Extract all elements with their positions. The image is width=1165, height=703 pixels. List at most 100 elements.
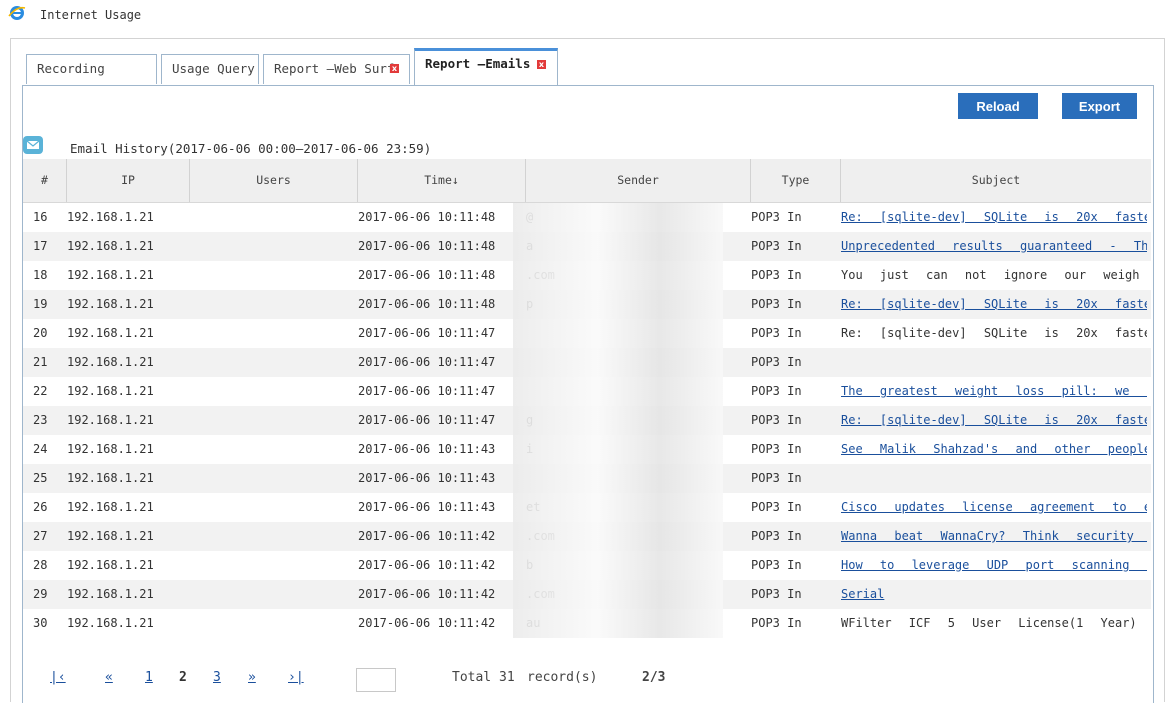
ip-cell: 192.168.1.21: [67, 587, 154, 601]
subject-cell[interactable]: Wanna beat WannaCry? Think security ar…: [841, 522, 1147, 551]
ip-cell: 192.168.1.21: [67, 326, 154, 340]
subject-cell[interactable]: Re: [sqlite-dev] SQLite is 20x faster …: [841, 406, 1147, 435]
ip-cell: 192.168.1.21: [67, 500, 154, 514]
ip-cell: 192.168.1.21: [67, 355, 154, 369]
type-cell: POP3 In: [751, 413, 802, 427]
users-cell: [190, 551, 355, 580]
time-cell: 2017-06-06 10:11:47: [358, 384, 496, 398]
column-header-time[interactable]: Time↓: [358, 159, 526, 202]
subject-cell[interactable]: Re: [sqlite-dev] SQLite is 20x faster …: [841, 203, 1147, 232]
time-cell: 2017-06-06 10:11:42: [358, 558, 496, 572]
row-number: 29: [33, 587, 48, 601]
subject-cell[interactable]: Cisco updates license agreement to eas…: [841, 493, 1147, 522]
column-header-type[interactable]: Type: [751, 159, 841, 202]
time-cell: 2017-06-06 10:11:47: [358, 413, 496, 427]
type-cell: POP3 In: [751, 616, 802, 630]
users-cell: [190, 493, 355, 522]
row-number: 30: [33, 616, 48, 630]
main-panel: Recording Policy Usage Query Report —Web…: [10, 38, 1165, 703]
row-number: 16: [33, 210, 48, 224]
reload-button[interactable]: Reload: [958, 93, 1038, 119]
subject-cell: [841, 464, 1147, 493]
redaction-blur: [513, 203, 723, 638]
page-link-1[interactable]: 1: [145, 670, 153, 685]
column-header-users[interactable]: Users: [190, 159, 358, 202]
app-title: Internet Usage: [40, 8, 142, 22]
ip-cell: 192.168.1.21: [67, 529, 154, 543]
row-number: 23: [33, 413, 48, 427]
tab-label: Report —Web Surf: [274, 61, 395, 76]
users-cell: [190, 464, 355, 493]
close-icon[interactable]: x: [537, 60, 546, 69]
table-header: # IP Users Time↓ Sender Type Subject: [23, 159, 1151, 203]
time-cell: 2017-06-06 10:11:48: [358, 268, 496, 282]
users-cell: [190, 203, 355, 232]
last-page-link[interactable]: ›|: [288, 670, 304, 685]
row-number: 19: [33, 297, 48, 311]
row-number: 20: [33, 326, 48, 340]
ip-cell: 192.168.1.21: [67, 616, 154, 630]
tab-label: Usage Query: [172, 61, 255, 76]
tab-recording-policy[interactable]: Recording Policy: [26, 54, 157, 104]
row-number: 22: [33, 384, 48, 398]
type-cell: POP3 In: [751, 442, 802, 456]
row-number: 25: [33, 471, 48, 485]
total-count: 31: [499, 670, 515, 685]
subject-cell[interactable]: Re: [sqlite-dev] SQLite is 20x faster …: [841, 290, 1147, 319]
subject-cell[interactable]: Unprecedented results guaranteed - The …: [841, 232, 1147, 261]
page-number-input[interactable]: [356, 668, 396, 692]
row-number: 26: [33, 500, 48, 514]
prev-page-link[interactable]: «: [105, 670, 113, 685]
time-cell: 2017-06-06 10:11:43: [358, 500, 496, 514]
subject-cell: WFilter ICF 5 User License(1 Year) Or…: [841, 616, 1147, 630]
ie-browser-icon: [8, 6, 26, 20]
users-cell: [190, 522, 355, 551]
time-cell: 2017-06-06 10:11:47: [358, 355, 496, 369]
time-cell: 2017-06-06 10:11:42: [358, 529, 496, 543]
records-label: record(s): [527, 670, 598, 685]
list-title: Email History(2017-06-06 00:00—2017-06-0…: [70, 141, 432, 156]
type-cell: POP3 In: [751, 471, 802, 485]
page-link-3[interactable]: 3: [213, 670, 221, 685]
page-position: 2/3: [642, 670, 666, 685]
total-label: Total: [452, 670, 492, 685]
pagination: |‹ « 1 2 3 » ›| Total 31 record(s) 2/3: [23, 666, 1151, 696]
row-number: 24: [33, 442, 48, 456]
time-cell: 2017-06-06 10:11:47: [358, 326, 496, 340]
next-page-link[interactable]: »: [248, 670, 256, 685]
type-cell: POP3 In: [751, 297, 802, 311]
type-cell: POP3 In: [751, 500, 802, 514]
column-header-ip[interactable]: IP: [67, 159, 190, 202]
users-cell: [190, 290, 355, 319]
column-header-subject[interactable]: Subject: [841, 159, 1151, 202]
type-cell: POP3 In: [751, 268, 802, 282]
users-cell: [190, 435, 355, 464]
tab-report-web-surf[interactable]: Report —Web Surf x: [263, 54, 410, 84]
users-cell: [190, 609, 355, 638]
type-cell: POP3 In: [751, 239, 802, 253]
ip-cell: 192.168.1.21: [67, 239, 154, 253]
subject-cell: You just can not ignore our weigh: [841, 268, 1140, 282]
tab-report-emails[interactable]: Report —Emails x: [414, 48, 558, 85]
users-cell: [190, 232, 355, 261]
users-cell: [190, 377, 355, 406]
time-cell: 2017-06-06 10:11:42: [358, 587, 496, 601]
tab-usage-query[interactable]: Usage Query: [161, 54, 259, 84]
ip-cell: 192.168.1.21: [67, 268, 154, 282]
column-header-number[interactable]: #: [23, 159, 67, 202]
subject-cell[interactable]: The greatest weight loss pill: we can…: [841, 377, 1147, 406]
subject-cell[interactable]: How to leverage UDP port scanning as …: [841, 551, 1147, 580]
subject-cell[interactable]: See Malik Shahzad's and other people's…: [841, 435, 1147, 464]
row-number: 17: [33, 239, 48, 253]
first-page-link[interactable]: |‹: [50, 670, 66, 685]
subject-cell[interactable]: Serial: [841, 580, 1147, 609]
ip-cell: 192.168.1.21: [67, 210, 154, 224]
column-header-sender[interactable]: Sender: [526, 159, 751, 202]
close-icon[interactable]: x: [390, 64, 399, 73]
export-button[interactable]: Export: [1062, 93, 1137, 119]
ip-cell: 192.168.1.21: [67, 442, 154, 456]
row-number: 28: [33, 558, 48, 572]
row-number: 21: [33, 355, 48, 369]
subject-cell: [841, 348, 1147, 377]
ip-cell: 192.168.1.21: [67, 558, 154, 572]
